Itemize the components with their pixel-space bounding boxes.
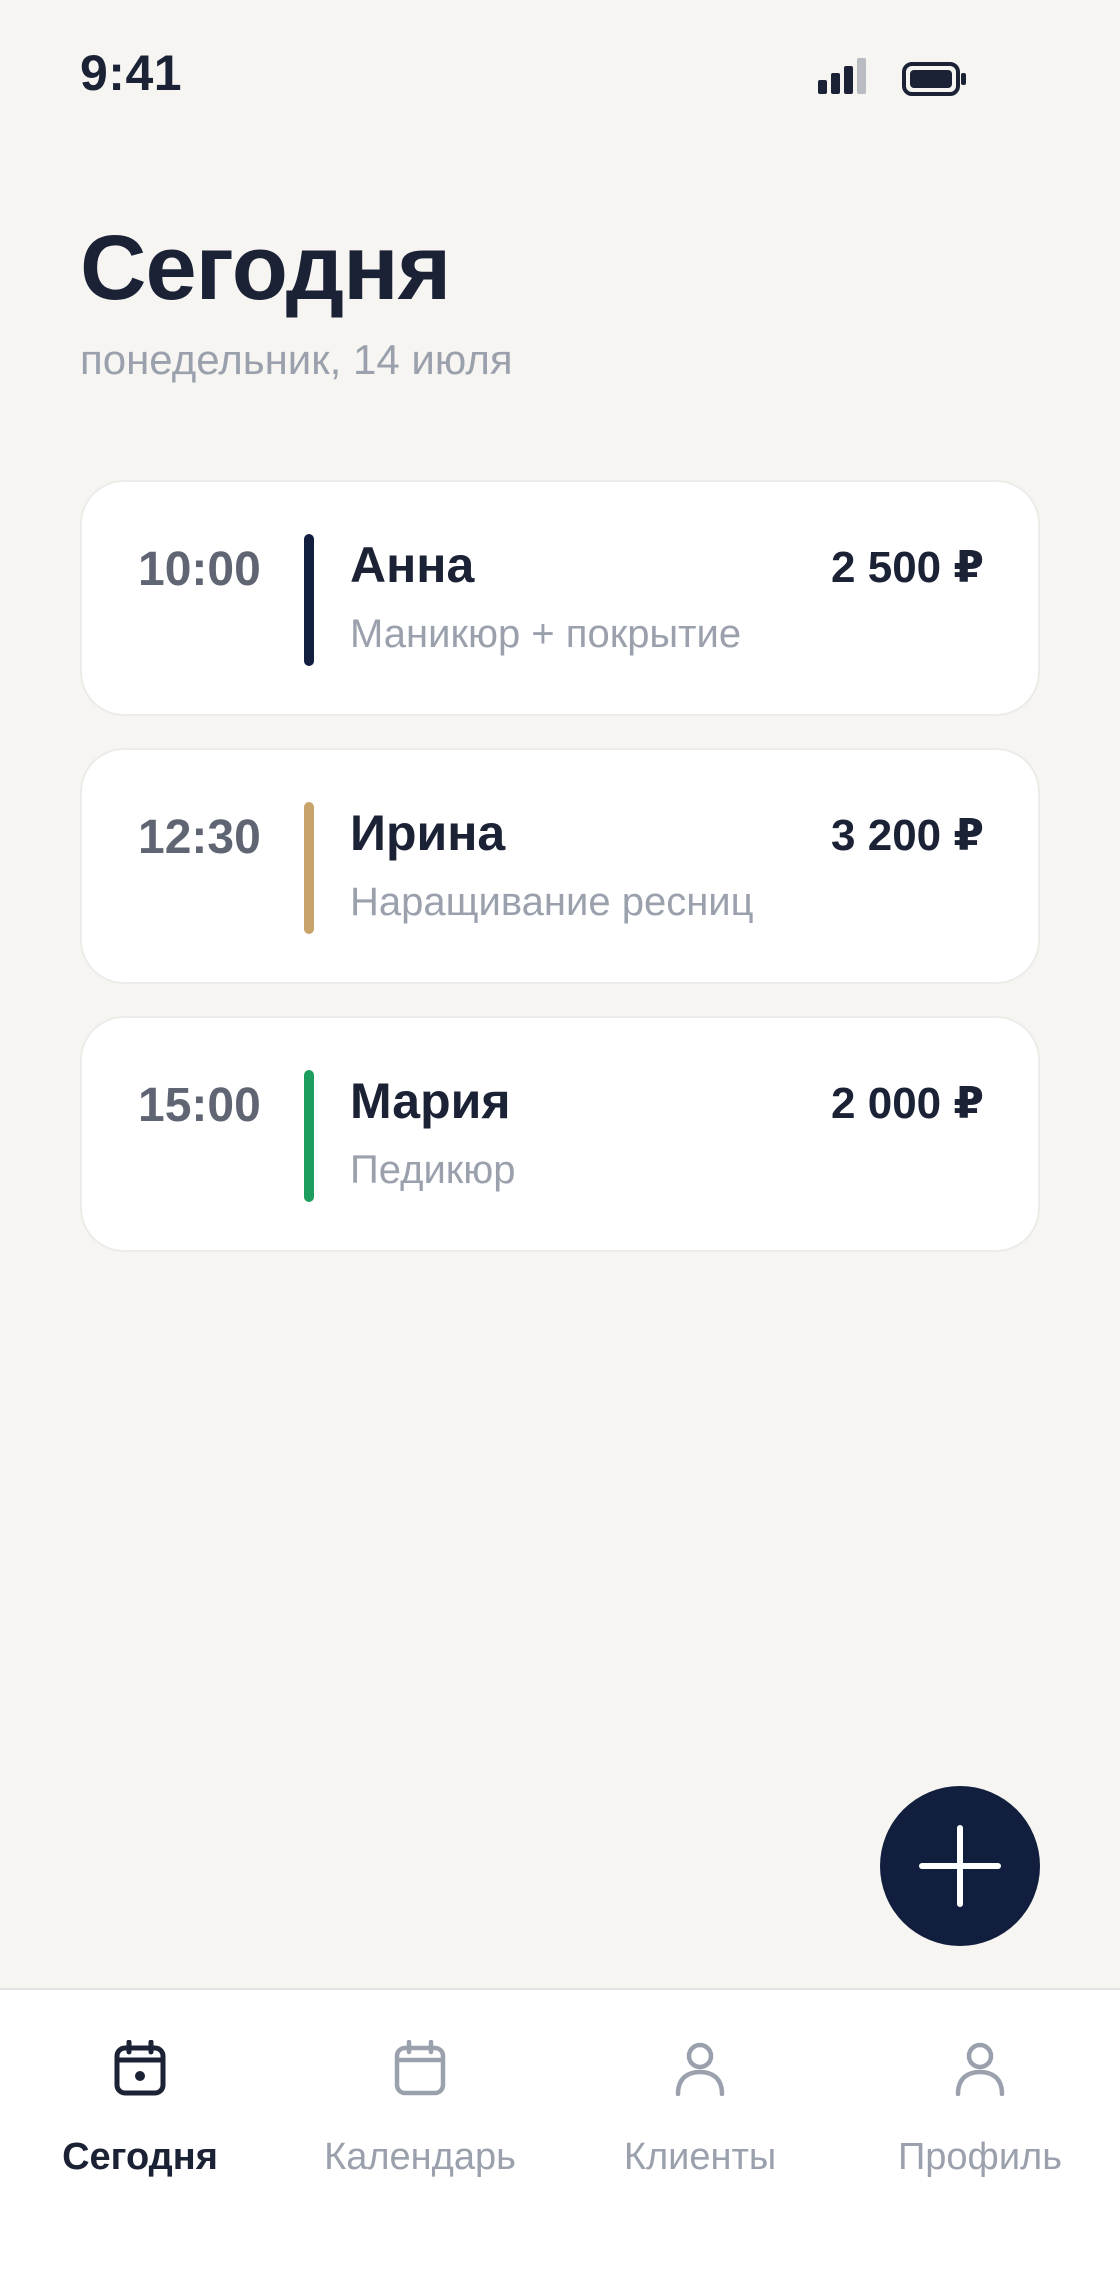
appointment-accent-bar bbox=[304, 802, 314, 934]
calendar-today-icon bbox=[114, 2040, 166, 2096]
client-name: Мария bbox=[350, 1073, 511, 1129]
appointment-price: 3 200 ₽ bbox=[831, 811, 984, 860]
tab-today[interactable]: Сегодня bbox=[0, 1990, 280, 2286]
person-icon bbox=[675, 2042, 725, 2096]
tab-profile[interactable]: Профиль bbox=[840, 1990, 1120, 2286]
service-name: Маникюр + покрытие bbox=[350, 612, 742, 656]
appointment-accent-bar bbox=[304, 1070, 314, 1202]
appointment-time: 12:30 bbox=[138, 811, 261, 864]
tab-clients-label: Клиенты bbox=[623, 2136, 777, 2178]
appointment-price: 2 500 ₽ bbox=[831, 543, 984, 592]
bottom-nav: Сегодня Календарь Клиенты Профиль bbox=[0, 1988, 1120, 2286]
page-title: Сегодня bbox=[80, 217, 451, 319]
appointment-card[interactable]: 10:00 Анна Маникюр + покрытие 2 500 ₽ bbox=[80, 480, 1040, 716]
appointment-time: 15:00 bbox=[138, 1079, 261, 1132]
calendar-icon bbox=[394, 2040, 446, 2096]
appointment-card[interactable]: 15:00 Мария Педикюр 2 000 ₽ bbox=[80, 1016, 1040, 1252]
service-name: Наращивание ресниц bbox=[350, 880, 754, 924]
person-icon bbox=[955, 2042, 1005, 2096]
app-screen: 9:41 Сегодня понедельник, 14 июля 10:00 … bbox=[0, 0, 1120, 2286]
battery-icon bbox=[902, 62, 966, 96]
add-appointment-button[interactable] bbox=[880, 1786, 1040, 1946]
page-date-subtitle: понедельник, 14 июля bbox=[80, 336, 513, 383]
status-time: 9:41 bbox=[80, 45, 183, 101]
appointment-price: 2 000 ₽ bbox=[831, 1079, 984, 1128]
cellular-signal-icon bbox=[818, 58, 866, 94]
appointment-time: 10:00 bbox=[138, 543, 261, 596]
status-bar: 9:41 bbox=[0, 0, 1120, 150]
tab-calendar[interactable]: Календарь bbox=[280, 1990, 560, 2286]
tab-today-label: Сегодня bbox=[62, 2136, 218, 2178]
tab-clients[interactable]: Клиенты bbox=[560, 1990, 840, 2286]
client-name: Ирина bbox=[350, 805, 506, 861]
service-name: Педикюр bbox=[350, 1148, 516, 1192]
plus-icon bbox=[919, 1825, 1001, 1907]
tab-profile-label: Профиль bbox=[897, 2136, 1063, 2178]
tab-calendar-label: Календарь bbox=[324, 2136, 516, 2178]
appointment-accent-bar bbox=[304, 534, 314, 666]
client-name: Анна bbox=[350, 537, 475, 593]
appointment-card[interactable]: 12:30 Ирина Наращивание ресниц 3 200 ₽ bbox=[80, 748, 1040, 984]
